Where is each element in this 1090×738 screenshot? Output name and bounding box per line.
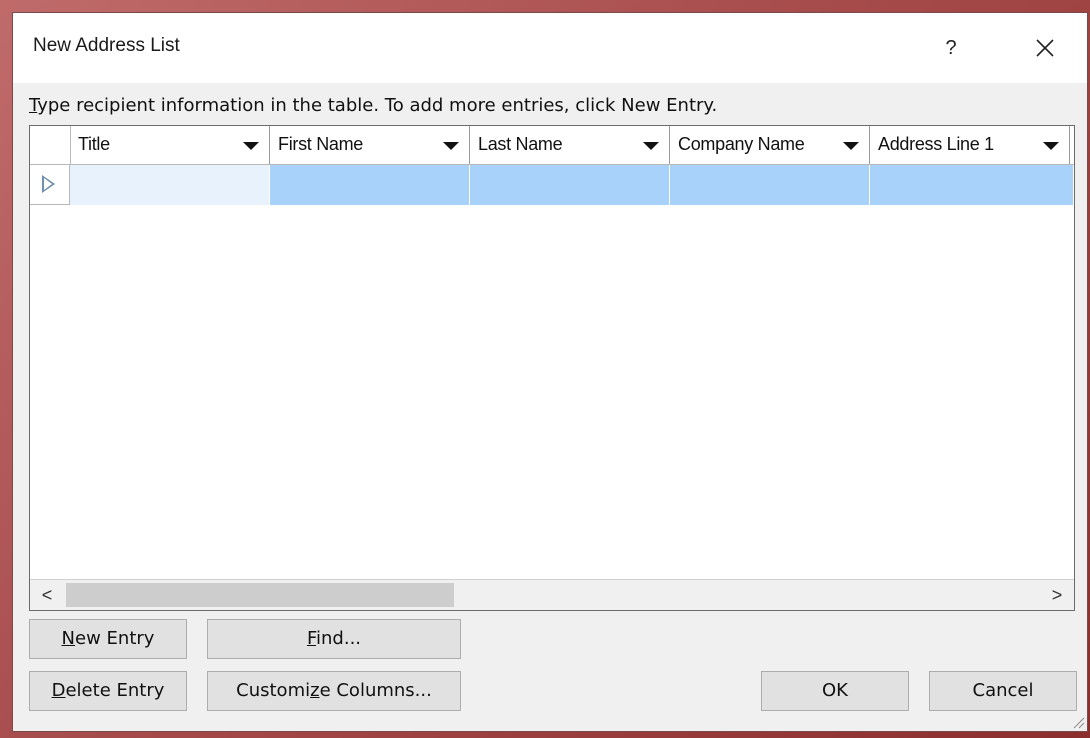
recipient-table[interactable]: Title First Name Last Name Company Name … [29,125,1075,611]
column-header-label: Address Line 1 [878,134,994,154]
column-header-address-line-1[interactable]: Address Line 1 [870,126,1070,164]
help-button[interactable]: ? [931,33,971,63]
instruction-mnemonic: T [29,95,38,116]
cell-address-line-1[interactable] [870,165,1074,205]
title-bar: New Address List ? [13,13,1087,83]
instruction-rest: ype recipient information in the table. … [37,95,718,116]
column-header-title[interactable]: Title [70,126,270,164]
dialog-title: New Address List [33,35,180,56]
new-entry-button[interactable]: New Entry [29,619,187,659]
scroll-right-button[interactable]: > [1040,580,1074,610]
column-header-label: First Name [278,134,364,154]
row-selector[interactable] [30,165,70,205]
find-button[interactable]: Find... [207,619,461,659]
scroll-left-button[interactable]: < [30,580,64,610]
cell-company-name[interactable] [670,165,870,205]
dropdown-arrow-icon[interactable] [243,142,259,150]
column-header-label: Company Name [678,134,805,154]
cell-last-name[interactable] [470,165,670,205]
cell-title[interactable] [70,165,270,205]
instruction-text: Type recipient information in the table.… [29,95,717,116]
cancel-button[interactable]: Cancel [929,671,1077,711]
column-header-label: Title [78,134,110,154]
dropdown-arrow-icon[interactable] [643,142,659,150]
horizontal-scrollbar[interactable]: < > [30,579,1074,610]
table-row[interactable] [30,165,1074,205]
dropdown-arrow-icon[interactable] [443,142,459,150]
dropdown-arrow-icon[interactable] [1043,142,1059,150]
customize-columns-button[interactable]: Customize Columns... [207,671,461,711]
ok-button[interactable]: OK [761,671,909,711]
column-header-last-name[interactable]: Last Name [470,126,670,164]
window-frame: New Address List ? Type recipient inform… [0,0,1090,738]
column-header-label: Last Name [478,134,563,154]
column-header-company-name[interactable]: Company Name [670,126,870,164]
close-button[interactable] [1025,33,1065,63]
cell-first-name[interactable] [270,165,470,205]
resize-grip-icon[interactable] [1069,713,1085,729]
new-address-list-dialog: New Address List ? Type recipient inform… [12,12,1088,732]
close-icon [1036,39,1054,57]
column-header-first-name[interactable]: First Name [270,126,470,164]
scroll-thumb[interactable] [66,583,454,607]
delete-entry-button[interactable]: Delete Entry [29,671,187,711]
dropdown-arrow-icon[interactable] [843,142,859,150]
corner-cell [30,126,71,164]
table-header-row: Title First Name Last Name Company Name … [30,126,1074,165]
